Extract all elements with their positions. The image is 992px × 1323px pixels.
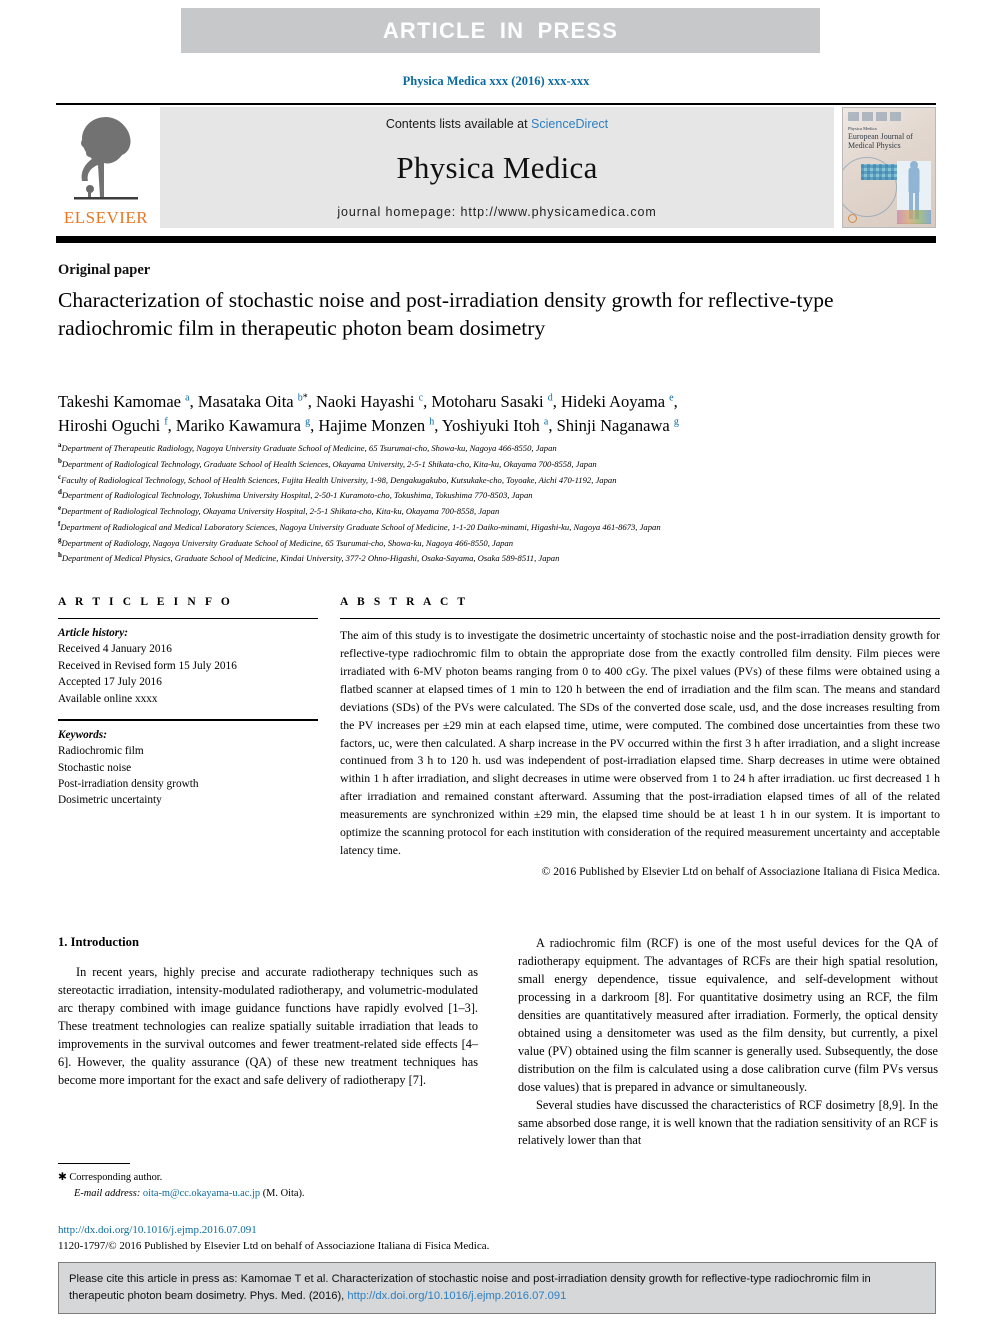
keywords-divider [58, 718, 318, 721]
affiliation-text: Department of Radiological Technology, G… [61, 458, 597, 469]
email-owner: (M. Oita). [262, 1187, 305, 1199]
history-item: Received in Revised form 15 July 2016 [58, 659, 237, 672]
affiliation-text: Faculty of Radiological Technology, Scho… [61, 474, 617, 485]
citation-doi-link[interactable]: http://dx.doi.org/10.1016/j.ejmp.2016.07… [347, 1290, 566, 1302]
author-list: Takeshi Kamomae a, Masataka Oita b*, Nao… [58, 390, 938, 438]
keywords-block: Keywords: Radiochromic film Stochastic n… [58, 727, 318, 809]
doi-link[interactable]: http://dx.doi.org/10.1016/j.ejmp.2016.07… [58, 1223, 938, 1239]
article-info-section: A R T I C L E I N F O Article history: R… [58, 596, 318, 809]
contents-available-line: Contents lists available at ScienceDirec… [386, 117, 608, 131]
introduction-right-column: A radiochromic film (RCF) is one of the … [518, 935, 938, 1235]
elsevier-wordmark: ELSEVIER [63, 208, 149, 227]
citation-text: Please cite this article in press as: Ka… [59, 1271, 935, 1306]
article-info-heading: A R T I C L E I N F O [58, 596, 233, 608]
article-in-press-banner: ARTICLE IN PRESS [181, 8, 820, 53]
affiliation-text: Department of Radiological and Medical L… [60, 521, 661, 532]
abstract-copyright: © 2016 Published by Elsevier Ltd on beha… [541, 865, 940, 878]
affiliation-text: Department of Medical Physics, Graduate … [61, 553, 560, 564]
contents-prefix: Contents lists available at [385, 117, 532, 131]
keywords-label: Keywords: [58, 728, 107, 741]
affiliation-item: gDepartment of Radiology, Nagoya Univers… [58, 535, 958, 551]
affiliation-list: aDepartment of Therapeutic Radiology, Na… [58, 440, 958, 566]
elsevier-tree-icon [74, 117, 138, 200]
page-title: Characterization of stochastic noise and… [58, 288, 834, 341]
journal-header-box: Contents lists available at ScienceDirec… [160, 107, 834, 228]
cover-title-text: Physica Medica European Journal of Medic… [848, 126, 935, 150]
sciencedirect-link[interactable]: ScienceDirect [531, 117, 608, 131]
paper-type-label: Original paper [58, 262, 151, 278]
email-line: E-mail address: oita-m@cc.okayama-u.ac.j… [58, 1186, 478, 1202]
abstract-heading: A B S T R A C T [340, 596, 469, 608]
abstract-section: A B S T R A C T The aim of this study is… [340, 596, 940, 878]
article-history-block: Article history: Received 4 January 2016… [58, 625, 318, 707]
email-label: E-mail address: [74, 1187, 141, 1199]
affiliation-text: Department of Radiology, Nagoya Universi… [61, 537, 514, 548]
corresponding-author-line: ✱ Corresponding author. [58, 1170, 478, 1186]
journal-cover-thumbnail: Physica Medica European Journal of Medic… [842, 107, 936, 228]
affiliation-item: fDepartment of Radiological and Medical … [58, 519, 958, 535]
journal-running-head: Physica Medica xxx (2016) xxx-xxx [402, 74, 590, 88]
masthead-bottom-bar [56, 236, 936, 243]
introduction-heading: 1. Introduction [58, 935, 139, 949]
article-info-divider [58, 618, 318, 619]
abstract-text: The aim of this study is to investigate … [340, 628, 940, 858]
corresponding-author-label: Corresponding author. [69, 1172, 163, 1183]
author-line-2: Hiroshi Oguchi f, Mariko Kawamura g, Haj… [58, 415, 679, 435]
cover-title-small: Physica Medica [848, 126, 877, 131]
affiliation-item: bDepartment of Radiological Technology, … [58, 456, 958, 472]
keyword-item: Stochastic noise [58, 761, 132, 774]
affiliation-item: hDepartment of Medical Physics, Graduate… [58, 550, 958, 566]
affiliation-item: aDepartment of Therapeutic Radiology, Na… [58, 440, 958, 456]
introduction-paragraph-right-2: Several studies have discussed the chara… [518, 1097, 938, 1148]
article-history-label: Article history: [58, 627, 128, 639]
corresponding-author-footnote: ✱ Corresponding author. E-mail address: … [58, 1170, 478, 1201]
issn-copyright-line: 1120-1797/© 2016 Published by Elsevier L… [58, 1239, 490, 1252]
keyword-item: Dosimetric uncertainty [58, 794, 162, 807]
keyword-item: Post-irradiation density growth [58, 778, 199, 790]
introduction-paragraph-left: In recent years, highly precise and accu… [58, 965, 478, 1087]
history-item: Available online xxxx [58, 692, 158, 705]
cover-seal-icon [848, 214, 857, 223]
introduction-paragraph-right-1: A radiochromic film (RCF) is one of the … [518, 936, 938, 1094]
doi-issn-block: http://dx.doi.org/10.1016/j.ejmp.2016.07… [58, 1223, 938, 1255]
affiliation-text: Department of Radiological Technology, T… [61, 490, 533, 501]
email-link[interactable]: oita-m@cc.okayama-u.ac.jp [143, 1188, 260, 1199]
journal-title: Physica Medica [396, 150, 598, 185]
citation-box: Please cite this article in press as: Ka… [58, 1262, 936, 1314]
cover-title-big: European Journal of Medical Physics [848, 131, 913, 150]
cover-rainbow-decoration [897, 210, 931, 224]
elsevier-logo: ELSEVIER [56, 107, 156, 228]
affiliation-item: eDepartment of Radiological Technology, … [58, 503, 958, 519]
article-in-press-label: ARTICLE IN PRESS [382, 17, 619, 43]
affiliation-text: Department of Radiological Technology, O… [61, 505, 500, 516]
cover-logo-icons [848, 112, 901, 121]
journal-masthead: ELSEVIER Contents lists available at Sci… [56, 107, 936, 228]
author-line-1: Takeshi Kamomae a, Masataka Oita b*, Nao… [58, 392, 678, 411]
history-item: Received 4 January 2016 [58, 643, 172, 656]
footnote-rule [58, 1163, 130, 1164]
affiliation-item: dDepartment of Radiological Technology, … [58, 487, 958, 503]
affiliation-item: cFaculty of Radiological Technology, Sch… [58, 472, 958, 488]
affiliation-text: Department of Therapeutic Radiology, Nag… [61, 442, 557, 453]
history-item: Accepted 17 July 2016 [58, 676, 162, 689]
masthead-top-rule [56, 103, 936, 105]
journal-homepage-line[interactable]: journal homepage: http://www.physicamedi… [337, 205, 656, 219]
keyword-item: Radiochromic film [58, 745, 144, 758]
asterisk-icon: ✱ [58, 1172, 67, 1183]
abstract-divider [340, 618, 940, 619]
